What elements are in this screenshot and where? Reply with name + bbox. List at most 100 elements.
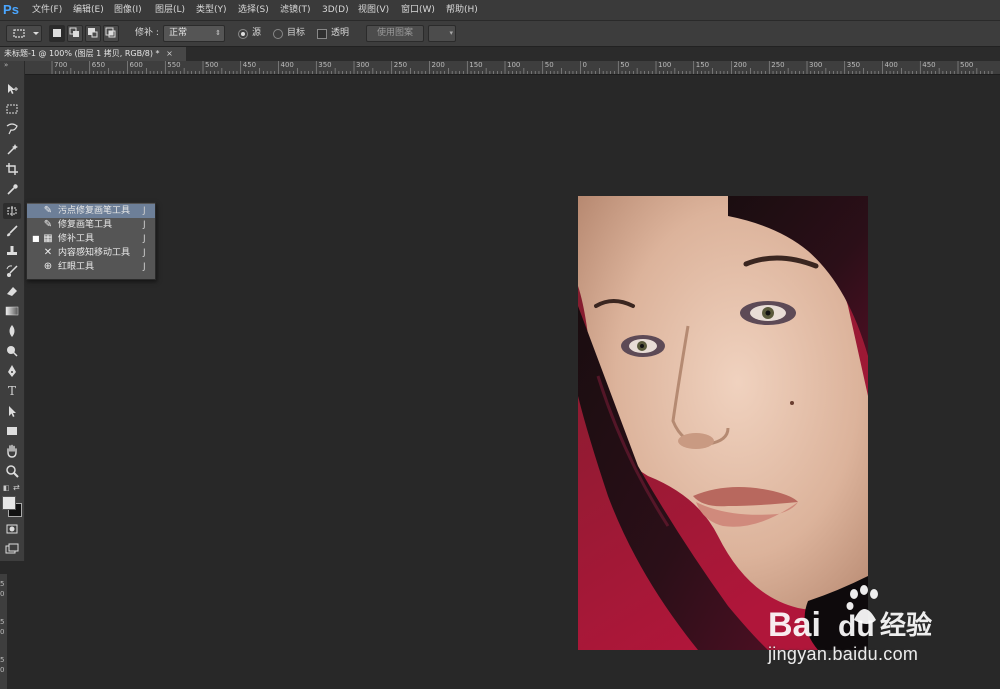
options-bar: 修补 : 正常 ⇕ 源 目标 透明 使用图案 ▾ xyxy=(0,21,1000,47)
ruler-label: 50 xyxy=(620,61,630,69)
ruler-label: 350 xyxy=(846,61,861,69)
ruler-label: 250 xyxy=(771,61,785,69)
subtract-selection-button[interactable] xyxy=(85,25,101,42)
ruler-label: 400 xyxy=(280,61,294,69)
move-tool-icon[interactable] xyxy=(3,81,21,97)
patch-mode-value: 正常 xyxy=(169,28,188,38)
ruler-label: 0 xyxy=(582,61,587,69)
add-selection-icon xyxy=(69,27,79,37)
brush-tool-icon[interactable] xyxy=(3,223,21,239)
lasso-tool-icon[interactable] xyxy=(3,121,21,137)
collapse-panel-icon[interactable]: » xyxy=(4,61,8,69)
ruler-label: 400 xyxy=(884,61,898,69)
patch-mode-select[interactable]: 正常 ⇕ xyxy=(163,25,225,42)
flyout-item-label: 污点修复画笔工具 xyxy=(58,206,131,216)
rectangle-tool-icon[interactable] xyxy=(3,423,21,439)
content-aware-move-icon: ✕ xyxy=(43,247,53,258)
pattern-picker[interactable]: ▾ xyxy=(428,25,456,42)
ruler-label: 150 xyxy=(469,61,483,69)
blur-tool-icon[interactable] xyxy=(3,323,21,339)
ruler-label: 450 xyxy=(922,61,936,69)
flyout-item-patch[interactable]: ■ ▦ 修补工具 J xyxy=(27,232,155,246)
patch-icon xyxy=(13,29,39,38)
patch-label: 修补 : xyxy=(135,28,159,38)
watermark-brand-cn: 经验 xyxy=(880,610,932,641)
swap-colors-icon[interactable]: ⇄ xyxy=(13,483,20,492)
ruler-label: 100 xyxy=(507,61,521,69)
flyout-item-label: 红眼工具 xyxy=(58,262,95,272)
flyout-item-label: 内容感知移动工具 xyxy=(58,248,131,258)
healing-brush-icon: ✎ xyxy=(43,219,53,230)
intersect-selection-button[interactable] xyxy=(103,25,119,42)
flyout-item-healing-brush[interactable]: ✎ 修复画笔工具 J xyxy=(27,218,155,232)
watermark-url: jingyan.baidu.com xyxy=(768,644,919,664)
patch-icon: ▦ xyxy=(43,233,53,244)
menu-edit[interactable]: 编辑(E) xyxy=(73,0,104,20)
marquee-tool-icon[interactable] xyxy=(3,101,21,117)
destination-label: 目标 xyxy=(287,28,306,38)
ruler-label: 500 xyxy=(960,61,974,69)
zoom-tool-icon[interactable] xyxy=(3,463,21,479)
pen-tool-icon[interactable] xyxy=(3,363,21,379)
menu-type[interactable]: 类型(Y) xyxy=(196,0,227,20)
document-tab[interactable]: 未标题-1 @ 100% (图层 1 拷贝, RGB/8) * × xyxy=(0,47,186,61)
source-radio[interactable] xyxy=(238,29,248,39)
add-selection-button[interactable] xyxy=(67,25,83,42)
crop-tool-icon[interactable] xyxy=(3,161,21,177)
quick-mask-icon[interactable] xyxy=(3,521,21,537)
history-brush-tool-icon[interactable] xyxy=(3,263,21,279)
menu-file[interactable]: 文件(F) xyxy=(32,0,62,20)
photoshop-logo: Ps xyxy=(3,2,19,17)
ruler-label: 300 xyxy=(356,61,370,69)
ruler-label: 500 xyxy=(205,61,219,69)
menu-layer[interactable]: 图层(L) xyxy=(155,0,185,20)
menu-filter[interactable]: 滤镜(T) xyxy=(280,0,311,20)
type-tool-icon[interactable]: T xyxy=(3,383,21,399)
source-label: 源 xyxy=(252,28,262,38)
menu-view[interactable]: 视图(V) xyxy=(358,0,389,20)
foreground-color-swatch[interactable] xyxy=(2,496,16,510)
tool-preset-picker[interactable] xyxy=(6,25,42,42)
path-selection-tool-icon[interactable] xyxy=(3,403,21,419)
dodge-tool-icon[interactable] xyxy=(3,343,21,359)
watermark-brand: Bai xyxy=(768,606,821,644)
magic-wand-tool-icon[interactable] xyxy=(3,141,21,157)
flyout-item-label: 修补工具 xyxy=(58,234,95,244)
ruler-label: 0 xyxy=(0,590,5,598)
horizontal-ruler[interactable]: 700 650 600 550 500 450 400 350 300 250 200 150 100 5… xyxy=(24,61,1000,75)
ruler-label: 250 xyxy=(393,61,408,69)
menu-image[interactable]: 图像(I) xyxy=(114,0,142,20)
flyout-item-spot-healing-brush[interactable]: ✎ 污点修复画笔工具 J xyxy=(27,204,155,218)
eyedropper-tool-icon[interactable] xyxy=(3,181,21,197)
screen-mode-icon[interactable] xyxy=(3,541,21,557)
new-selection-icon xyxy=(53,29,61,37)
stamp-tool-icon[interactable] xyxy=(3,243,21,259)
hand-tool-icon[interactable] xyxy=(3,443,21,459)
flyout-item-shortcut: J xyxy=(143,220,146,230)
menu-help[interactable]: 帮助(H) xyxy=(446,0,478,20)
chevron-down-icon: ▾ xyxy=(449,29,453,37)
menu-window[interactable]: 窗口(W) xyxy=(401,0,435,20)
transparent-checkbox[interactable] xyxy=(317,29,327,39)
default-colors-icon[interactable]: ◧ xyxy=(3,484,10,492)
new-selection-button[interactable] xyxy=(49,25,65,42)
baidu-jingyan-watermark: Bai du 经验 jingyan.baidu.com xyxy=(768,580,968,670)
gradient-tool-icon[interactable] xyxy=(3,303,21,319)
flyout-item-red-eye[interactable]: ⊕ 红眼工具 J xyxy=(27,260,155,274)
flyout-item-shortcut: J xyxy=(143,234,146,244)
menu-3d[interactable]: 3D(D) xyxy=(322,0,349,20)
vertical-ruler[interactable]: 5 0 5 0 5 0 xyxy=(0,574,7,689)
close-icon[interactable]: × xyxy=(166,49,173,58)
flyout-item-content-aware-move[interactable]: ✕ 内容感知移动工具 J xyxy=(27,246,155,260)
healing-tool-icon[interactable] xyxy=(3,203,21,219)
ruler-label: 350 xyxy=(318,61,332,69)
ruler-label: 450 xyxy=(242,61,257,69)
spot-healing-brush-icon: ✎ xyxy=(43,205,53,216)
use-pattern-button[interactable]: 使用图案 xyxy=(366,25,424,42)
destination-radio[interactable] xyxy=(273,29,283,39)
menu-select[interactable]: 选择(S) xyxy=(238,0,269,20)
use-pattern-label: 使用图案 xyxy=(376,28,413,38)
eraser-tool-icon[interactable] xyxy=(3,283,21,299)
ruler-label: 300 xyxy=(809,61,823,69)
ruler-label: 200 xyxy=(733,61,747,69)
